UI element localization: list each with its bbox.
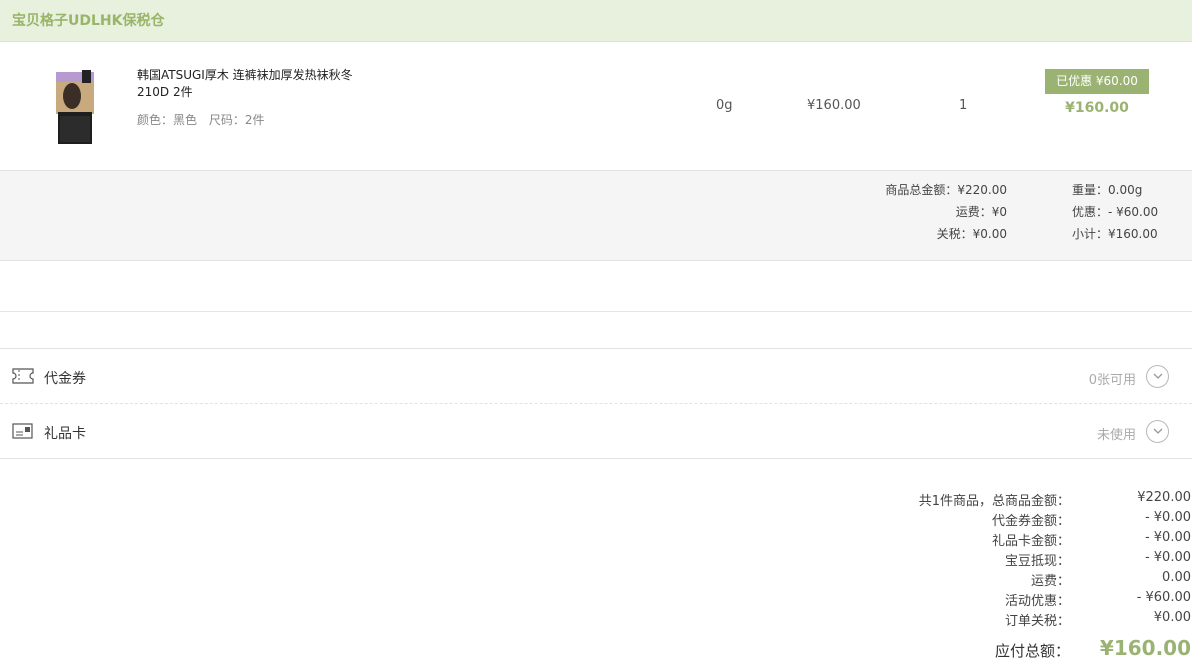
cart-item-row: 韩国ATSUGI厚木 连裤袜加厚发热袜秋冬210D 2件 颜色：黑色 尺码：2件… <box>0 42 1192 170</box>
total-line: 宝豆抵现： - ¥0.00 <box>0 550 1195 570</box>
total-value: - ¥60.00 <box>1136 590 1191 605</box>
product-weight: 0g <box>716 98 733 113</box>
total-value: - ¥0.00 <box>1144 510 1191 525</box>
section-divider <box>0 311 1192 312</box>
coupon-label: 代金券 <box>44 371 86 387</box>
product-total: ¥160.00 <box>1065 100 1129 116</box>
total-label: 代金券金额： <box>991 514 1070 529</box>
coupon-status: 0张可用 <box>1088 373 1136 388</box>
discount-badge: 已优惠 ¥60.00 <box>1045 69 1149 94</box>
total-label: 运费： <box>1030 574 1070 589</box>
product-quantity: 1 <box>959 98 968 113</box>
total-label: 订单关税： <box>1004 614 1070 629</box>
payment-options-panel: 代金券 0张可用 礼品卡 未使用 <box>0 348 1192 459</box>
total-line: 订单关税： ¥0.00 <box>0 610 1195 630</box>
total-line: 共1件商品，总商品金额： ¥220.00 <box>0 490 1195 510</box>
total-label: 共1件商品，总商品金额： <box>918 494 1070 509</box>
summary-subtotal: 小计：¥160.00 <box>1072 227 1158 241</box>
giftcard-row[interactable]: 礼品卡 未使用 <box>0 404 1192 459</box>
store-name[interactable]: 宝贝格子UDLHK保税仓 <box>12 10 164 30</box>
chevron-down-icon[interactable] <box>1146 420 1169 443</box>
product-unit-price: ¥160.00 <box>807 98 861 113</box>
product-title[interactable]: 韩国ATSUGI厚木 连裤袜加厚发热袜秋冬210D 2件 <box>137 67 377 101</box>
total-line: 礼品卡金额： - ¥0.00 <box>0 530 1195 550</box>
store-header: 宝贝格子UDLHK保税仓 <box>0 0 1192 42</box>
chevron-down-icon[interactable] <box>1146 365 1169 388</box>
giftcard-icon <box>12 423 33 439</box>
grand-total: 应付总额： ¥160.00 <box>0 636 1195 663</box>
total-line: 代金券金额： - ¥0.00 <box>0 510 1195 530</box>
product-size: 尺码：2件 <box>208 113 265 127</box>
total-label: 宝豆抵现： <box>1004 554 1070 569</box>
giftcard-label: 礼品卡 <box>44 426 86 442</box>
total-value: ¥220.00 <box>1137 490 1191 505</box>
total-value: - ¥0.00 <box>1144 530 1191 545</box>
total-value: - ¥0.00 <box>1144 550 1191 565</box>
summary-goods-total: 商品总金额：¥220.00 <box>885 183 1007 197</box>
total-line: 运费： 0.00 <box>0 570 1195 590</box>
summary-shipping: 运费：¥0 <box>955 205 1007 219</box>
coupon-row[interactable]: 代金券 0张可用 <box>0 349 1192 404</box>
summary-weight: 重量：0.00g <box>1072 183 1143 197</box>
total-value: 0.00 <box>1162 570 1191 585</box>
total-label: 活动优惠： <box>1004 594 1070 609</box>
giftcard-status: 未使用 <box>1096 428 1136 443</box>
grand-total-label: 应付总额： <box>994 642 1070 660</box>
product-color: 颜色：黑色 <box>137 113 198 127</box>
total-value: ¥0.00 <box>1153 610 1191 625</box>
summary-tax: 关税：¥0.00 <box>936 227 1007 241</box>
summary-discount: 优惠：- ¥60.00 <box>1072 205 1159 219</box>
product-attributes: 颜色：黑色 尺码：2件 <box>137 111 272 128</box>
total-line: 活动优惠： - ¥60.00 <box>0 590 1195 610</box>
grand-total-value: ¥160.00 <box>1099 636 1191 660</box>
store-summary: 商品总金额：¥220.00 运费：¥0 关税：¥0.00 重量：0.00g 优惠… <box>0 170 1192 261</box>
total-label: 礼品卡金额： <box>991 534 1070 549</box>
product-thumbnail[interactable] <box>52 68 98 146</box>
voucher-icon <box>12 368 34 384</box>
